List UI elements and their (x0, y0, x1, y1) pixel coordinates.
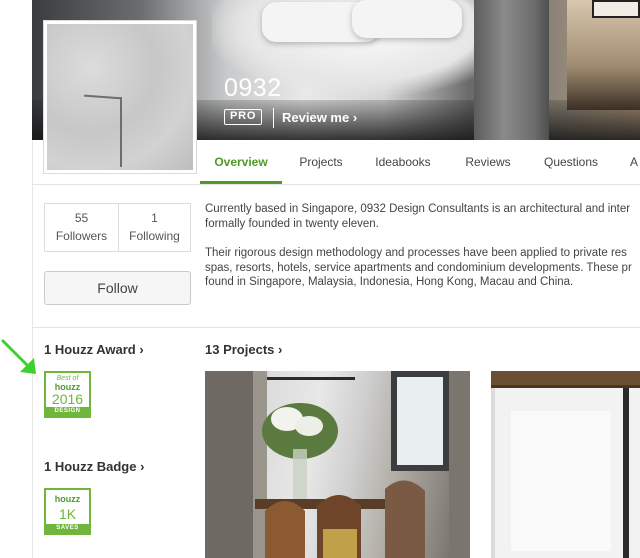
annotation-arrow-icon (1, 339, 36, 374)
tab-reviews[interactable]: Reviews (462, 140, 514, 184)
about-line: Currently based in Singapore, 0932 Desig… (205, 203, 631, 215)
chevron-right-icon: › (140, 459, 145, 474)
follow-stats: 55 Followers 1 Following (44, 203, 191, 252)
about-paragraph: Their rigorous design methodology and pr… (205, 246, 640, 290)
houzz-saves-badge[interactable]: houzz 1K SAVES (44, 488, 91, 535)
project-photo-window (491, 371, 640, 558)
tab-ideabooks[interactable]: Ideabooks (372, 140, 434, 184)
project-thumbnail[interactable] (491, 371, 640, 558)
badge-value: 1K (58, 506, 77, 522)
about-line: Their rigorous design methodology and pr… (205, 247, 627, 259)
profile-photo[interactable] (44, 21, 196, 173)
tab-overview[interactable]: Overview (200, 140, 282, 184)
profile-tabs: Overview Projects Ideabooks Reviews Ques… (200, 140, 640, 184)
followers-label: Followers (55, 229, 108, 243)
about-line: formally founded in twenty eleven. (205, 217, 379, 230)
follow-button[interactable]: Follow (44, 271, 191, 305)
tab-questions[interactable]: Questions (540, 140, 602, 184)
about-line: spas, resorts, hotels, service apartment… (205, 261, 632, 274)
tab-more[interactable]: A (628, 140, 640, 184)
badge-category: SAVES (46, 524, 89, 533)
awards-title: 1 Houzz Award (44, 342, 136, 357)
project-photo-dining (205, 371, 470, 558)
about-text: Currently based in Singapore, 0932 Desig… (205, 202, 640, 305)
badge-category: DESIGN (46, 407, 89, 416)
review-me-link[interactable]: Review me › (282, 110, 357, 125)
following-stat[interactable]: 1 Following (118, 204, 190, 251)
project-thumbnail[interactable] (205, 371, 470, 558)
projects-title: 13 Projects (205, 342, 275, 357)
cover-pillow (352, 0, 462, 38)
following-label: Following (129, 229, 180, 243)
followers-stat[interactable]: 55 Followers (45, 204, 118, 251)
about-paragraph: Currently based in Singapore, 0932 Desig… (205, 202, 640, 231)
photo-line (83, 94, 123, 100)
badge-best-of: Best of (56, 375, 79, 382)
profile-name: 0932 (224, 74, 282, 102)
badge-year: 2016 (51, 391, 84, 407)
cover-pillar (474, 0, 549, 140)
badge-brand: houzz (54, 494, 81, 504)
projects-title-link[interactable]: 13 Projects › (205, 342, 282, 357)
tabs-divider (32, 184, 640, 185)
following-count: 1 (151, 211, 158, 225)
header-divider (273, 108, 274, 128)
badges-title-link[interactable]: 1 Houzz Badge › (44, 459, 144, 474)
chevron-right-icon: › (352, 110, 358, 125)
chevron-right-icon: › (278, 342, 283, 357)
cover-frame (592, 0, 640, 18)
tab-projects[interactable]: Projects (294, 140, 348, 184)
photo-line (120, 97, 122, 167)
chevron-right-icon: › (139, 342, 144, 357)
about-line: found in Singapore, Malaysia, Indonesia,… (205, 276, 574, 288)
section-divider (32, 327, 640, 328)
badges-title: 1 Houzz Badge (44, 459, 137, 474)
review-me-label: Review me (282, 110, 350, 125)
pro-badge: PRO (224, 109, 263, 125)
awards-title-link[interactable]: 1 Houzz Award › (44, 342, 144, 357)
followers-count: 55 (74, 211, 89, 225)
houzz-award-badge[interactable]: Best of houzz 2016 DESIGN (44, 371, 91, 418)
